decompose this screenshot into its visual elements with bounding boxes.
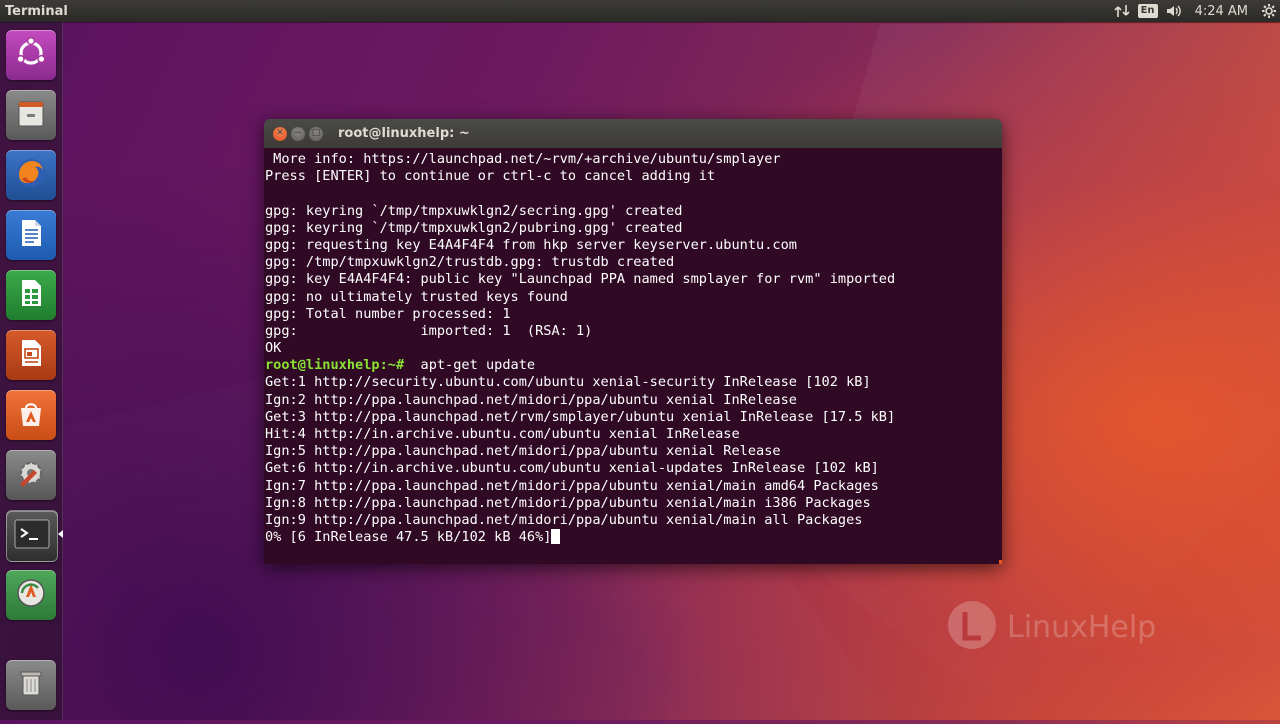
file-cabinet-icon [14, 96, 48, 134]
system-gear-icon[interactable] [1258, 0, 1280, 22]
shell-prompt: root@linuxhelp:~# [265, 357, 405, 374]
firefox-icon [13, 155, 49, 195]
impress-presentation-icon [14, 336, 48, 374]
terminal-line: gpg: imported: 1 (RSA: 1) [265, 322, 593, 339]
launcher-item-firefox[interactable] [6, 150, 56, 200]
terminal-line: gpg: key E4A4F4F4: public key "Launchpad… [265, 271, 896, 288]
maximize-button[interactable]: □ [309, 126, 323, 141]
launcher-item-software[interactable] [6, 390, 56, 440]
active-app-title: Terminal [5, 3, 68, 19]
updater-icon [13, 575, 49, 615]
ubuntu-logo-icon [14, 36, 48, 74]
linuxhelp-logo-icon [945, 598, 999, 656]
shell-command: apt-get update [404, 357, 536, 374]
network-icon[interactable] [1109, 0, 1135, 22]
software-bag-icon [14, 396, 48, 434]
terminal-line: Ign:2 http://ppa.launchpad.net/midori/pp… [265, 391, 797, 408]
scrollbar-indicator[interactable] [999, 560, 1002, 564]
command-line: root@linuxhelp:~# apt-get update [265, 357, 1002, 374]
volume-icon[interactable] [1161, 0, 1187, 22]
terminal-window: ✕ − □ root@linuxhelp: ~ More info: https… [264, 119, 1002, 564]
watermark-text: LinuxHelp [1007, 609, 1157, 645]
terminal-line: Get:3 http://ppa.launchpad.net/rvm/smpla… [265, 408, 896, 425]
terminal-line: OK [265, 340, 282, 357]
calc-spreadsheet-icon [14, 276, 48, 314]
launcher-item-impress[interactable] [6, 330, 56, 380]
window-titlebar[interactable]: ✕ − □ root@linuxhelp: ~ [264, 119, 1002, 148]
terminal-line: gpg: Total number processed: 1 [265, 305, 511, 322]
terminal-line: gpg: requesting key E4A4F4F4 from hkp se… [265, 236, 797, 253]
terminal-line: gpg: keyring `/tmp/tmpxuwklgn2/secring.g… [265, 202, 683, 219]
clock[interactable]: 4:24 AM [1187, 4, 1258, 19]
minimize-icon: − [294, 128, 302, 138]
close-icon: ✕ [276, 128, 284, 138]
progress-line: 0% [6 InRelease 47.5 kB/102 kB 46%] [265, 529, 1002, 546]
launcher-item-terminal[interactable] [6, 510, 58, 562]
launcher-item-calc[interactable] [6, 270, 56, 320]
terminal-line: Get:6 http://in.archive.ubuntu.com/ubunt… [265, 460, 879, 477]
minimize-button[interactable]: − [291, 126, 305, 141]
linuxhelp-watermark: LinuxHelp [945, 598, 1156, 656]
text-cursor [551, 529, 561, 545]
close-button[interactable]: ✕ [273, 126, 287, 141]
top-panel: Terminal En 4:24 AM [0, 0, 1280, 22]
launcher-item-files[interactable] [6, 90, 56, 140]
terminal-line: Get:1 http://security.ubuntu.com/ubuntu … [265, 374, 871, 391]
launcher-item-settings[interactable] [6, 450, 56, 500]
keyboard-layout-label: En [1137, 4, 1158, 18]
launcher-item-dash[interactable] [6, 30, 56, 80]
terminal-line: Ign:9 http://ppa.launchpad.net/midori/pp… [265, 511, 863, 528]
terminal-line: Ign:5 http://ppa.launchpad.net/midori/pp… [265, 443, 781, 460]
terminal-line: Ign:7 http://ppa.launchpad.net/midori/pp… [265, 477, 879, 494]
settings-wrench-gear-icon [14, 456, 48, 494]
trash-icon [14, 666, 48, 704]
terminal-line: Press [ENTER] to continue or ctrl-c to c… [265, 168, 716, 185]
terminal-line: Ign:8 http://ppa.launchpad.net/midori/pp… [265, 494, 871, 511]
terminal-line: Hit:4 http://in.archive.ubuntu.com/ubunt… [265, 426, 740, 442]
terminal-output[interactable]: More info: https://launchpad.net/~rvm/+a… [264, 148, 1002, 564]
launcher [0, 22, 63, 720]
terminal-line: gpg: /tmp/tmpxuwklgn2/trustdb.gpg: trust… [265, 254, 675, 271]
launcher-item-trash[interactable] [6, 660, 56, 710]
maximize-icon: □ [311, 128, 321, 138]
window-title: root@linuxhelp: ~ [338, 126, 470, 141]
writer-document-icon [14, 216, 48, 254]
terminal-line: More info: https://launchpad.net/~rvm/+a… [265, 151, 781, 167]
indicator-area: En 4:24 AM [1109, 0, 1280, 22]
keyboard-layout-indicator[interactable]: En [1135, 0, 1161, 22]
terminal-icon [14, 519, 50, 553]
launcher-item-updater[interactable] [6, 570, 56, 620]
terminal-line: gpg: no ultimately trusted keys found [265, 288, 568, 305]
active-window-indicator [58, 530, 63, 538]
apt-progress: 0% [6 InRelease 47.5 kB/102 kB 46%] [265, 529, 552, 546]
terminal-line: gpg: keyring `/tmp/tmpxuwklgn2/pubring.g… [265, 219, 683, 236]
launcher-item-writer[interactable] [6, 210, 56, 260]
